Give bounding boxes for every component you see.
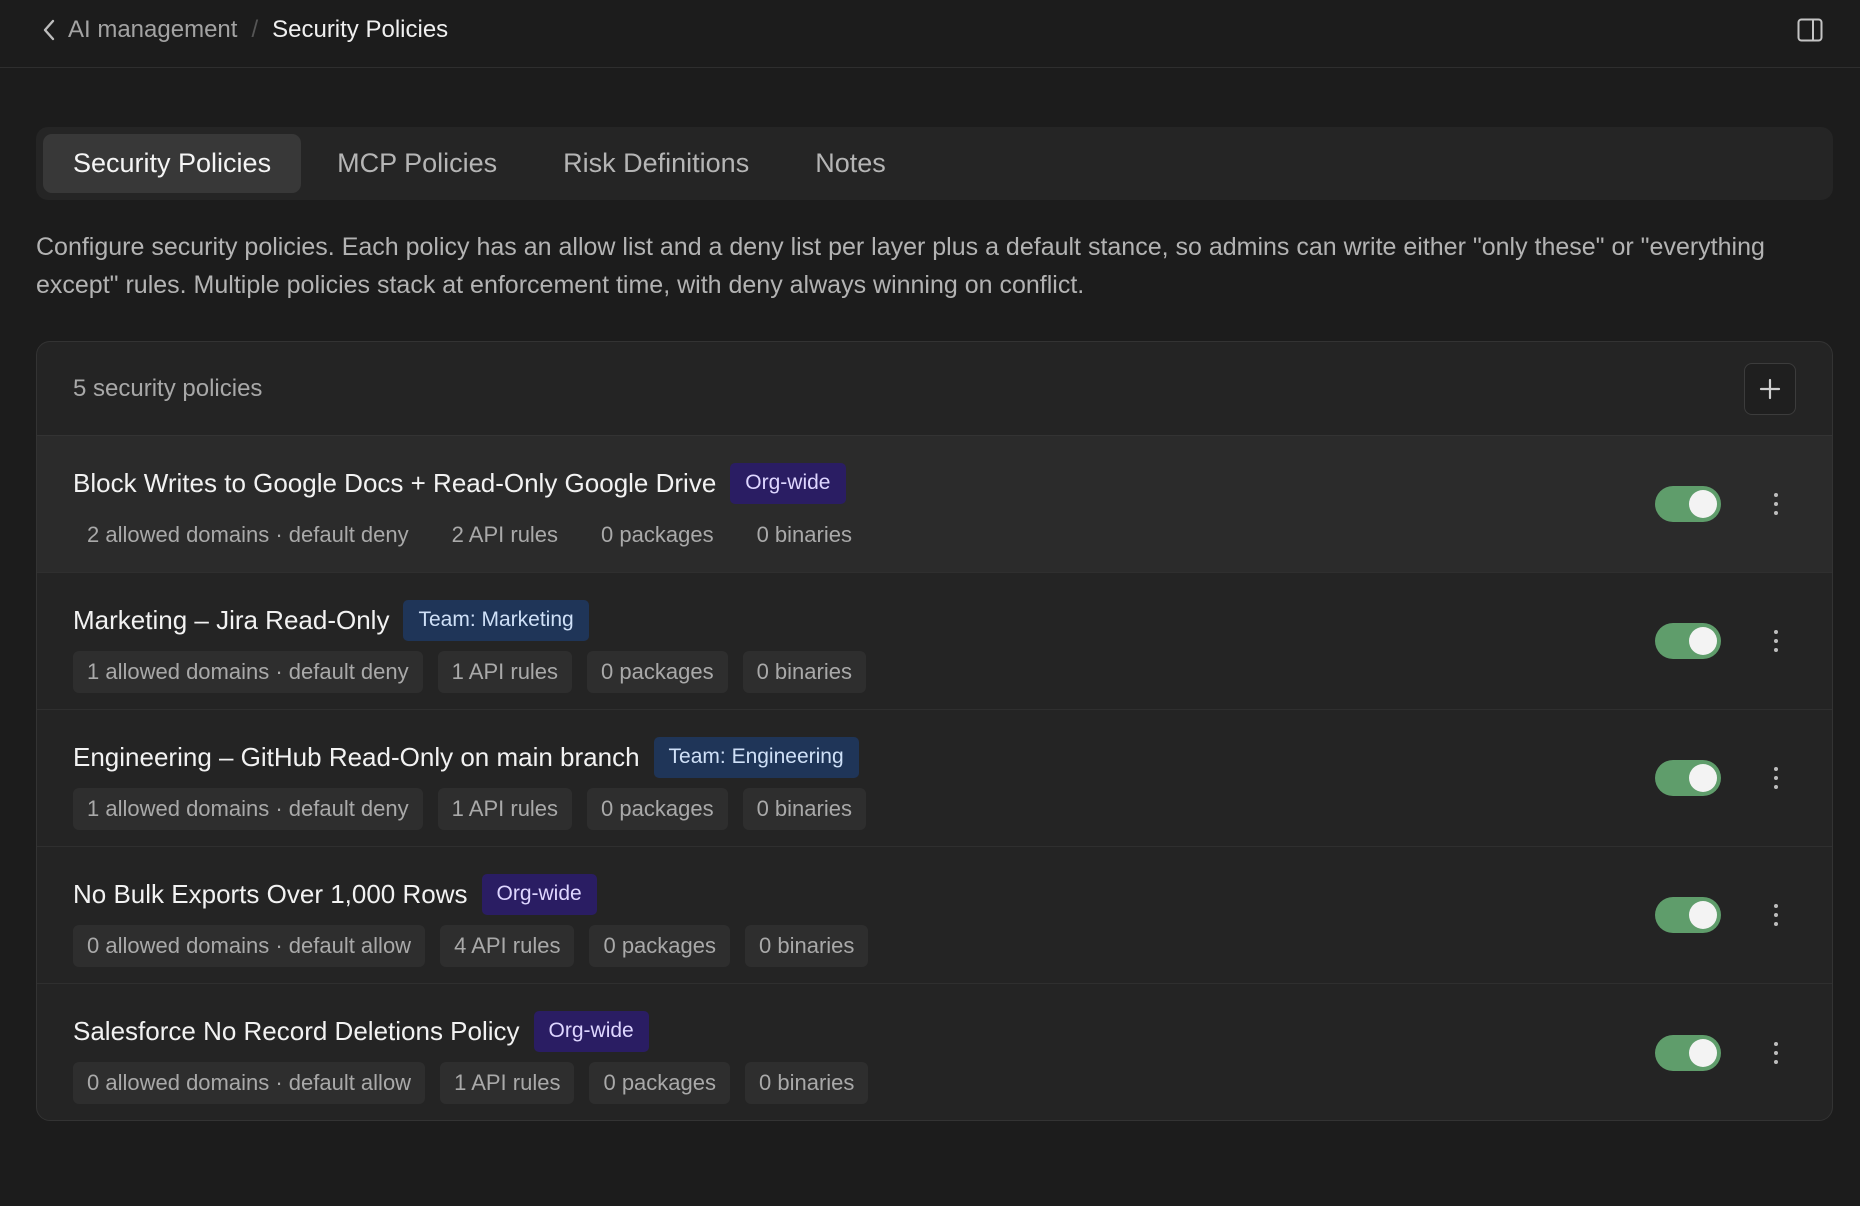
policy-stat-chip: 0 allowed domains · default allow bbox=[73, 1062, 426, 1104]
menu-dot bbox=[1774, 511, 1778, 515]
policy-title-line: Block Writes to Google Docs + Read-Only … bbox=[73, 462, 846, 504]
more-vertical-icon[interactable] bbox=[1766, 1035, 1786, 1071]
menu-dot bbox=[1774, 785, 1778, 789]
policy-name[interactable]: Engineering – GitHub Read-Only on main b… bbox=[73, 742, 640, 773]
policy-stat-chip: 0 binaries bbox=[745, 1062, 869, 1104]
tab-bar: Security Policies MCP Policies Risk Defini… bbox=[36, 127, 1833, 200]
policy-enabled-toggle[interactable] bbox=[1655, 897, 1721, 933]
menu-dot bbox=[1774, 922, 1778, 926]
policy-list: Block Writes to Google Docs + Read-Only … bbox=[37, 436, 1832, 1120]
more-vertical-icon[interactable] bbox=[1766, 623, 1786, 659]
policy-stats: 0 allowed domains · default allow 1 API r… bbox=[73, 1062, 883, 1104]
toggle-knob bbox=[1689, 901, 1717, 929]
menu-dot bbox=[1774, 648, 1778, 652]
policy-title-line: Engineering – GitHub Read-Only on main b… bbox=[73, 736, 859, 778]
scope-badge: Team: Marketing bbox=[403, 599, 589, 641]
policy-stats: 0 allowed domains · default allow 4 API r… bbox=[73, 925, 883, 967]
policy-stat-chip: 2 allowed domains · default deny bbox=[87, 522, 409, 547]
policy-stat-chip: 1 API rules bbox=[437, 788, 573, 830]
policy-row[interactable]: Marketing – Jira Read-Only Team: Marketin… bbox=[37, 573, 1832, 710]
toggle-knob bbox=[1689, 627, 1717, 655]
policy-title-line: Marketing – Jira Read-Only Team: Marketin… bbox=[73, 599, 589, 641]
menu-dot bbox=[1774, 913, 1778, 917]
panel-toggle-icon bbox=[1797, 18, 1823, 42]
menu-dot bbox=[1774, 630, 1778, 634]
menu-dot bbox=[1774, 1050, 1778, 1055]
menu-dot bbox=[1774, 639, 1778, 643]
policy-stats: 2 allowed domains · default deny 2 API ru… bbox=[73, 514, 881, 556]
policy-stats: 1 allowed domains · default deny 1 API ru… bbox=[73, 788, 881, 830]
policy-stat-chip: 0 binaries bbox=[745, 925, 869, 967]
policy-stat-chip: 0 packages bbox=[589, 925, 730, 967]
policy-enabled-toggle[interactable] bbox=[1655, 623, 1721, 659]
tab-risk-definitions[interactable]: Risk Definitions bbox=[533, 134, 779, 193]
tab-security-policies[interactable]: Security Policies bbox=[43, 134, 302, 193]
policy-stat-chip: 2 API rules bbox=[451, 522, 559, 547]
policy-stat-chip: 0 packages bbox=[601, 522, 714, 547]
policy-stat-chip: 1 API rules bbox=[440, 1062, 575, 1104]
policy-title-line: Salesforce No Record Deletions Policy Org… bbox=[73, 1010, 649, 1052]
policy-stat-chip: 0 binaries bbox=[742, 651, 866, 693]
menu-dot bbox=[1774, 1059, 1778, 1064]
scope-badge: Team: Engineering bbox=[653, 736, 859, 778]
tab-mcp-policies[interactable]: MCP Policies bbox=[307, 134, 527, 193]
add-policy-button[interactable] bbox=[1744, 363, 1796, 415]
policy-stat-chip: 0 packages bbox=[587, 788, 728, 830]
policy-title-line: No Bulk Exports Over 1,000 Rows Org-wide bbox=[73, 873, 597, 915]
breadcrumb-current: Security Policies bbox=[272, 16, 449, 43]
scope-badge: Org-wide bbox=[533, 1010, 649, 1052]
chevron-left-icon bbox=[43, 19, 55, 41]
top-bar: AI management / Security Policies bbox=[0, 0, 1860, 68]
policy-stat-chip: 0 allowed domains · default allow bbox=[73, 925, 426, 967]
menu-dot bbox=[1774, 1041, 1778, 1046]
menu-dot bbox=[1774, 904, 1778, 908]
toggle-knob bbox=[1689, 764, 1717, 792]
tab-notes[interactable]: Notes bbox=[785, 134, 916, 193]
policies-card-header: 5 security policies bbox=[37, 342, 1832, 436]
policy-name[interactable]: Block Writes to Google Docs + Read-Only … bbox=[73, 468, 716, 499]
breadcrumb-parent-link[interactable]: AI management bbox=[68, 16, 237, 44]
policy-stat-chip: 1 API rules bbox=[437, 651, 573, 693]
scope-badge: Org-wide bbox=[481, 873, 597, 915]
policy-enabled-toggle[interactable] bbox=[1655, 1034, 1721, 1071]
policy-row[interactable]: Block Writes to Google Docs + Read-Only … bbox=[37, 436, 1832, 573]
policy-stat-chip: 0 binaries bbox=[756, 522, 852, 547]
more-vertical-icon[interactable] bbox=[1766, 760, 1786, 796]
menu-dot bbox=[1774, 502, 1778, 506]
toggle-knob bbox=[1689, 490, 1717, 518]
policies-card: 5 security policies Block Writes to Goog… bbox=[36, 341, 1833, 1121]
menu-dot bbox=[1774, 767, 1778, 771]
policy-row[interactable]: No Bulk Exports Over 1,000 Rows Org-wide 0… bbox=[37, 847, 1832, 984]
policy-row[interactable]: Salesforce No Record Deletions Policy Org… bbox=[37, 984, 1832, 1120]
policy-stat-chip: 4 API rules bbox=[440, 925, 575, 967]
policy-enabled-toggle[interactable] bbox=[1655, 760, 1721, 796]
scope-badge: Org-wide bbox=[730, 462, 846, 504]
policy-stat-chip: 0 packages bbox=[589, 1062, 730, 1104]
policy-row[interactable]: Engineering – GitHub Read-Only on main b… bbox=[37, 710, 1832, 847]
plus-icon bbox=[1759, 378, 1781, 400]
menu-dot bbox=[1774, 493, 1778, 497]
more-vertical-icon[interactable] bbox=[1766, 486, 1786, 522]
menu-dot bbox=[1774, 776, 1778, 780]
policy-name[interactable]: Marketing – Jira Read-Only bbox=[73, 605, 389, 636]
policy-stats: 1 allowed domains · default deny 1 API ru… bbox=[73, 651, 881, 693]
policy-enabled-toggle[interactable] bbox=[1655, 486, 1721, 522]
policy-stat-chip: 1 allowed domains · default deny bbox=[73, 651, 423, 693]
back-button[interactable] bbox=[36, 14, 62, 46]
breadcrumb-separator: / bbox=[251, 16, 259, 43]
policy-name[interactable]: Salesforce No Record Deletions Policy bbox=[73, 1016, 520, 1047]
policy-stat-chip: 0 binaries bbox=[742, 788, 866, 830]
policy-count: 5 security policies bbox=[73, 374, 263, 402]
policy-stat-chip: 0 packages bbox=[587, 651, 728, 693]
policy-stat-chip: 1 allowed domains · default deny bbox=[73, 788, 423, 830]
page-description: Configure security policies. Each policy… bbox=[36, 233, 1765, 299]
more-vertical-icon[interactable] bbox=[1766, 897, 1786, 933]
toggle-knob bbox=[1689, 1038, 1717, 1067]
breadcrumb: AI management / Security Policies bbox=[68, 14, 448, 46]
panel-toggle-button[interactable] bbox=[1794, 14, 1826, 46]
policy-name[interactable]: No Bulk Exports Over 1,000 Rows bbox=[73, 879, 468, 910]
